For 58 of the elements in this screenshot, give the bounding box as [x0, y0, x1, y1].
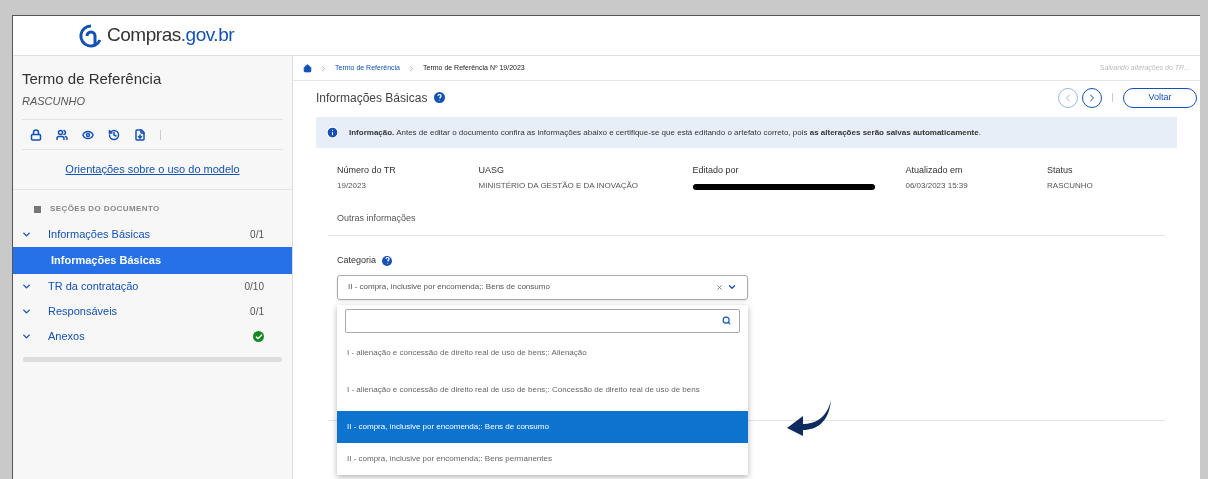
chevron-icon — [21, 331, 32, 342]
field-label: Editado por — [692, 164, 740, 177]
field-label: Número do TR — [337, 164, 397, 177]
check-icon — [253, 331, 264, 342]
document-status: RASCUNHO — [22, 93, 86, 109]
field-value: MINISTÉRIO DA GESTÃO E DA INOVAÇÃO — [478, 179, 640, 192]
clear-icon[interactable] — [716, 283, 723, 291]
collapse-icon[interactable] — [34, 205, 41, 213]
field-label: UASG — [478, 164, 506, 177]
people-icon[interactable] — [56, 128, 68, 141]
progress-count: 0/10 — [244, 280, 264, 294]
field-label: Status — [1047, 164, 1074, 177]
chevron-icon — [21, 281, 32, 292]
section-item[interactable]: Anexos — [13, 324, 292, 349]
section-item[interactable]: Responsáveis 0/1 — [13, 299, 292, 324]
search-icon — [722, 316, 731, 325]
chevron-icon — [21, 306, 32, 317]
dropdown-option[interactable]: II - compra, inclusive por encomenda;: Bens permanentes — [337, 442, 748, 475]
separator-icon — [407, 63, 416, 73]
scrollbar[interactable] — [23, 357, 282, 362]
other-info-label: Outras informações — [337, 211, 417, 225]
dropdown-option[interactable]: II - compra, inclusive por encomenda;: Bens de consumo — [337, 410, 748, 443]
section-item[interactable]: Informações Básicas 0/1 — [13, 222, 292, 247]
section-label: Anexos — [48, 329, 86, 345]
section-label: Informações Básicas — [48, 227, 152, 243]
section-label: Responsáveis — [48, 304, 119, 320]
eye-icon[interactable] — [82, 128, 94, 141]
help-icon[interactable] — [434, 92, 446, 103]
padlock-icon[interactable] — [30, 128, 42, 141]
logo-icon — [78, 22, 104, 49]
info-text: Informação. Antes de editar o documento confira as informações abaixo e certifique-se que está editando o artefato correto, pois as alterações serão salvas automaticamente. — [349, 126, 981, 139]
field-label: Atualizado em — [905, 164, 964, 177]
help-icon[interactable] — [382, 255, 393, 266]
home-icon[interactable] — [303, 63, 312, 73]
category-label: Categoria — [337, 254, 377, 267]
page-title: Informações Básicas — [316, 89, 428, 107]
category-select[interactable]: II - compra, inclusive por encomenda;: Bens de consumo — [337, 274, 748, 300]
subsection-item[interactable]: Informações Básicas — [13, 247, 292, 274]
separator-icon — [319, 63, 328, 73]
document-title: Termo de Referência — [22, 69, 163, 89]
field-value: 19/2023 — [337, 179, 367, 192]
chevron-icon — [21, 229, 32, 240]
logo-text: Compras.gov.br — [107, 23, 235, 48]
field-value: RASCUNHO — [1047, 179, 1094, 192]
field-value: 06/03/2023 15:39 — [905, 179, 969, 192]
history-icon[interactable] — [108, 128, 120, 141]
dropdown-option[interactable]: I - alienação e concessão de direito real de uso de bens;: Concessão de direito real de uso de bens — [337, 368, 748, 411]
progress-count: 0/1 — [250, 305, 264, 319]
chevron-icon[interactable] — [727, 282, 737, 292]
section-label: TR da contratação — [48, 279, 140, 295]
info-icon — [326, 126, 339, 139]
search-field[interactable] — [345, 308, 740, 333]
document-icon[interactable] — [134, 128, 146, 141]
dropdown-option[interactable]: I - alienação e concessão de direito real de uso de bens;: Alienação — [337, 336, 748, 369]
progress-count: 0/1 — [250, 228, 264, 242]
sections-heading: SEÇÕES DO DOCUMENTO — [50, 203, 160, 215]
guide-link[interactable]: Orientações sobre o uso do modelo — [65, 161, 240, 178]
section-item[interactable]: TR da contratação 0/10 — [13, 274, 292, 299]
